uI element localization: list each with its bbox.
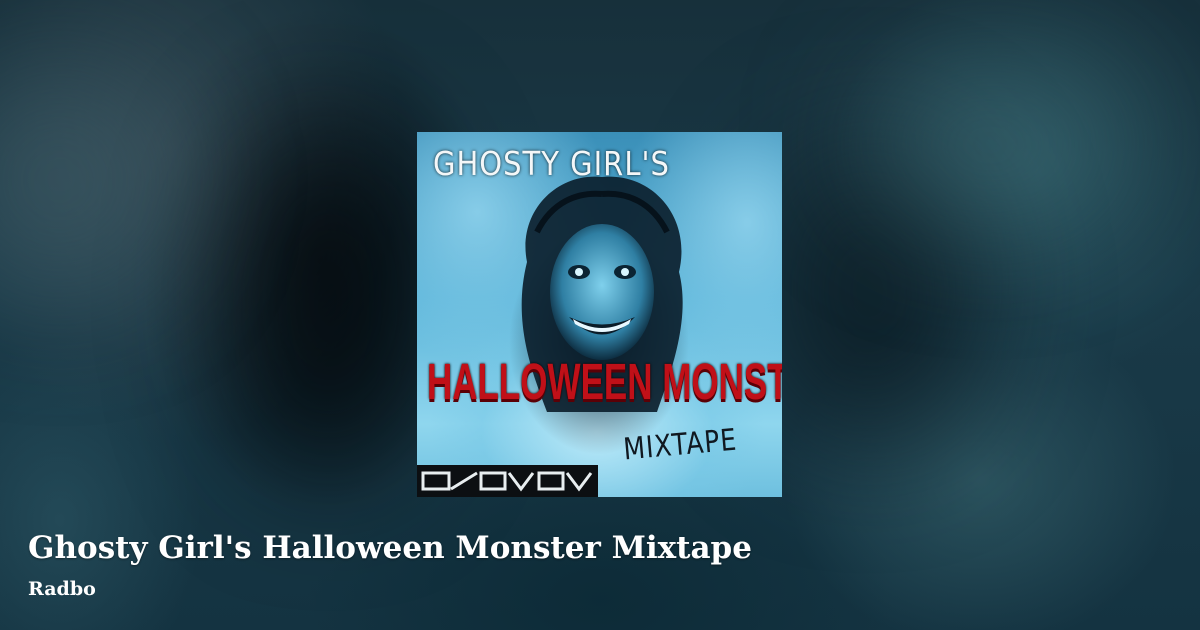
album-cover: GHOSTY GIRL'S HALLOWEEN MONSTER MIXTAPE [417,132,782,497]
cover-title-main: HALLOWEEN MONSTER [427,354,782,411]
radbo-logo [417,465,598,497]
cover-title-top: GHOSTY GIRL'S [433,144,670,184]
cover-title-sub: MIXTAPE [622,422,739,467]
background-blur-shape [230,120,430,480]
track-title: Ghosty Girl's Halloween Monster Mixtape [28,530,752,566]
background-blur-shape [860,60,1120,230]
artist-name[interactable]: Radbo [28,575,96,603]
background-blur-shape [0,60,180,300]
